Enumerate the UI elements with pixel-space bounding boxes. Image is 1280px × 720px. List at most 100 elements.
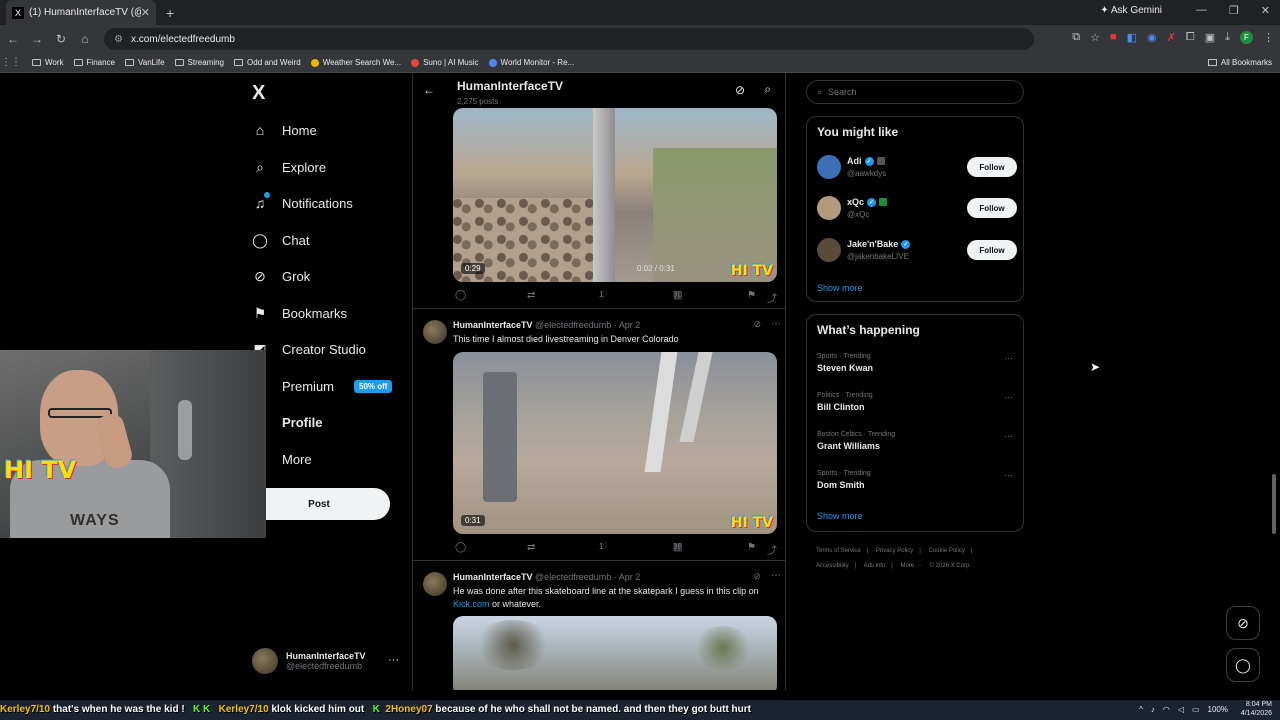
clock[interactable]: 8:04 PM 4/14/2026 bbox=[1241, 701, 1272, 719]
author-name[interactable]: HumanInterfaceTV bbox=[453, 320, 533, 330]
footer-link[interactable]: Terms of Service bbox=[816, 548, 861, 554]
back-arrow-icon[interactable]: ← bbox=[423, 83, 435, 97]
nav-chat[interactable]: ◯ Chat bbox=[252, 232, 309, 248]
author-handle[interactable]: @electedfreedumb bbox=[535, 320, 611, 330]
trend-more-icon[interactable]: ··· bbox=[1004, 470, 1013, 480]
home-icon[interactable]: ⌂ bbox=[74, 32, 96, 46]
tray-chevron-icon[interactable]: ^ bbox=[1139, 705, 1143, 714]
volume-icon[interactable]: ◁ bbox=[1178, 705, 1184, 714]
bookmark-item[interactable]: Odd and Weird bbox=[234, 58, 301, 67]
nav-explore[interactable]: ⌕ Explore bbox=[252, 159, 326, 175]
post-more-icon[interactable]: ··· bbox=[771, 318, 781, 329]
minimize-icon[interactable]: — bbox=[1196, 4, 1207, 17]
wifi-icon[interactable]: ◠ bbox=[1163, 705, 1170, 714]
footer-link[interactable]: Accessibility bbox=[816, 563, 849, 569]
post-button[interactable]: Post bbox=[248, 488, 390, 520]
post-video[interactable] bbox=[453, 616, 777, 690]
extension-red-icon[interactable]: ■ bbox=[1110, 31, 1117, 44]
browser-menu-icon[interactable]: ⋮ bbox=[1263, 31, 1274, 44]
nav-creator-studio[interactable]: ◩ Creator Studio bbox=[252, 341, 365, 357]
mic-icon[interactable]: ♪ bbox=[1151, 705, 1155, 714]
grok-explain-icon[interactable]: ⊘ bbox=[753, 319, 761, 330]
site-info-icon[interactable]: ⚙ bbox=[114, 34, 123, 45]
battery-icon[interactable]: ▭ bbox=[1192, 705, 1200, 714]
search-icon[interactable]: ⌕ bbox=[764, 82, 771, 97]
show-more-link[interactable]: Show more bbox=[817, 283, 863, 293]
video-scene bbox=[473, 620, 553, 670]
trend-more-icon[interactable]: ··· bbox=[1004, 353, 1013, 363]
nav-home[interactable]: ⌂ Home bbox=[252, 122, 317, 138]
bookmark-star-icon[interactable]: ☆ bbox=[1090, 31, 1100, 44]
follow-button[interactable]: Follow bbox=[967, 157, 1017, 177]
post-link[interactable]: Kick.com bbox=[453, 599, 490, 609]
forward-icon[interactable]: → bbox=[26, 32, 48, 46]
all-bookmarks[interactable]: All Bookmarks bbox=[1207, 58, 1272, 67]
audio-extension-icon[interactable]: ◉ bbox=[1147, 31, 1157, 44]
follow-button[interactable]: Follow bbox=[967, 240, 1017, 260]
footer-link[interactable]: Cookie Policy bbox=[929, 548, 965, 554]
extensions-puzzle-icon[interactable]: ⧠ bbox=[1186, 31, 1195, 44]
grok-floating-button[interactable]: ⊘ bbox=[1226, 606, 1260, 640]
maximize-icon[interactable]: ❐ bbox=[1229, 4, 1239, 17]
chat-floating-button[interactable]: ◯ bbox=[1226, 648, 1260, 682]
post-video[interactable]: 0:29 0:02 / 0:31 HI TV bbox=[453, 108, 777, 282]
search-input[interactable]: ⌕ Search bbox=[806, 80, 1024, 104]
ask-gemini-button[interactable]: ✦ Ask Gemini bbox=[1100, 5, 1162, 16]
suggestion-row[interactable]: Adi ✓ @aawkdys Follow bbox=[817, 155, 1017, 185]
follow-button[interactable]: Follow bbox=[967, 198, 1017, 218]
suggestion-row[interactable]: Jake'n'Bake ✓ @jakenbakeLIVE Follow bbox=[817, 238, 1017, 268]
author-handle[interactable]: @electedfreedumb bbox=[535, 572, 611, 582]
trend-more-icon[interactable]: ··· bbox=[1004, 392, 1013, 402]
footer-link[interactable]: Privacy Policy bbox=[876, 548, 913, 554]
trend-item[interactable]: Sports · Trending Dom Smith ··· bbox=[817, 470, 1017, 500]
avatar[interactable] bbox=[423, 320, 447, 344]
bookmark-item[interactable]: World Monitor - Re... bbox=[488, 58, 574, 67]
avatar[interactable] bbox=[423, 572, 447, 596]
grok-icon[interactable]: ⊘ bbox=[735, 83, 745, 97]
webcam-overlay: WAYS HI TV bbox=[0, 350, 266, 538]
side-panel-icon[interactable]: ▣ bbox=[1205, 31, 1215, 44]
browser-tab[interactable]: X (1) HumanInterfaceTV (@el... ✕ bbox=[6, 0, 156, 25]
tab-close-icon[interactable]: ✕ bbox=[141, 6, 150, 19]
post-more-icon[interactable]: ··· bbox=[771, 570, 781, 581]
trend-item[interactable]: Sports · Trending Steven Kwan ··· bbox=[817, 353, 1017, 383]
footer-link[interactable]: More ··· bbox=[901, 563, 922, 569]
translate-icon[interactable]: ◧ bbox=[1127, 31, 1137, 44]
footer-link[interactable]: Ads info bbox=[864, 563, 886, 569]
nav-notifications[interactable]: ♫ Notifications bbox=[252, 192, 353, 211]
apps-grid-icon[interactable]: ⋮⋮ bbox=[0, 57, 22, 68]
nav-premium[interactable]: ✕Premium50% off bbox=[252, 378, 393, 394]
bookmark-item[interactable]: Finance bbox=[73, 58, 115, 67]
x-logo-icon[interactable]: X bbox=[252, 82, 265, 105]
page-scrollbar[interactable] bbox=[1272, 474, 1276, 534]
install-icon[interactable]: ⧉ bbox=[1072, 31, 1080, 44]
nav-bookmarks[interactable]: ⚑ Bookmarks bbox=[252, 305, 347, 321]
search-icon: ⌕ bbox=[817, 86, 823, 97]
show-more-link[interactable]: Show more bbox=[817, 511, 863, 521]
trend-item[interactable]: Boston Celtics · Trending Grant Williams… bbox=[817, 431, 1017, 461]
trend-item[interactable]: Politics · Trending Bill Clinton ··· bbox=[817, 392, 1017, 422]
address-bar[interactable]: ⚙ x.com/electedfreedumb bbox=[104, 28, 1034, 50]
author-name[interactable]: HumanInterfaceTV bbox=[453, 572, 533, 582]
reload-icon[interactable]: ↻ bbox=[50, 32, 72, 46]
close-window-icon[interactable]: ✕ bbox=[1261, 4, 1270, 17]
bookmark-item[interactable]: Work bbox=[32, 58, 64, 67]
account-more-icon[interactable]: ··· bbox=[388, 654, 399, 666]
video-timebar: 0:02 / 0:31 bbox=[637, 264, 675, 273]
bookmark-item[interactable]: Streaming bbox=[174, 58, 224, 67]
grok-explain-icon[interactable]: ⊘ bbox=[753, 571, 761, 582]
folder-icon bbox=[32, 59, 41, 66]
back-icon[interactable]: ← bbox=[2, 32, 24, 46]
bookmark-item[interactable]: Suno | AI Music bbox=[411, 58, 479, 67]
suggestion-row[interactable]: xQc ✓ @xQc Follow bbox=[817, 196, 1017, 226]
post-video[interactable]: 0:31 HI TV bbox=[453, 352, 777, 534]
bookmark-item[interactable]: Weather Search We... bbox=[310, 58, 401, 67]
trend-more-icon[interactable]: ··· bbox=[1004, 431, 1013, 441]
bookmark-item[interactable]: VanLife bbox=[125, 58, 165, 67]
download-icon[interactable]: ⤓ bbox=[1225, 31, 1230, 44]
nav-grok[interactable]: ⊘ Grok bbox=[252, 268, 310, 284]
account-switcher[interactable]: HumanInterfaceTV @electedfreedumb ··· bbox=[252, 648, 399, 674]
new-tab-button[interactable]: + bbox=[166, 5, 174, 21]
extension-x-icon[interactable]: ✗ bbox=[1167, 31, 1176, 44]
profile-avatar-icon[interactable]: F bbox=[1240, 31, 1253, 44]
